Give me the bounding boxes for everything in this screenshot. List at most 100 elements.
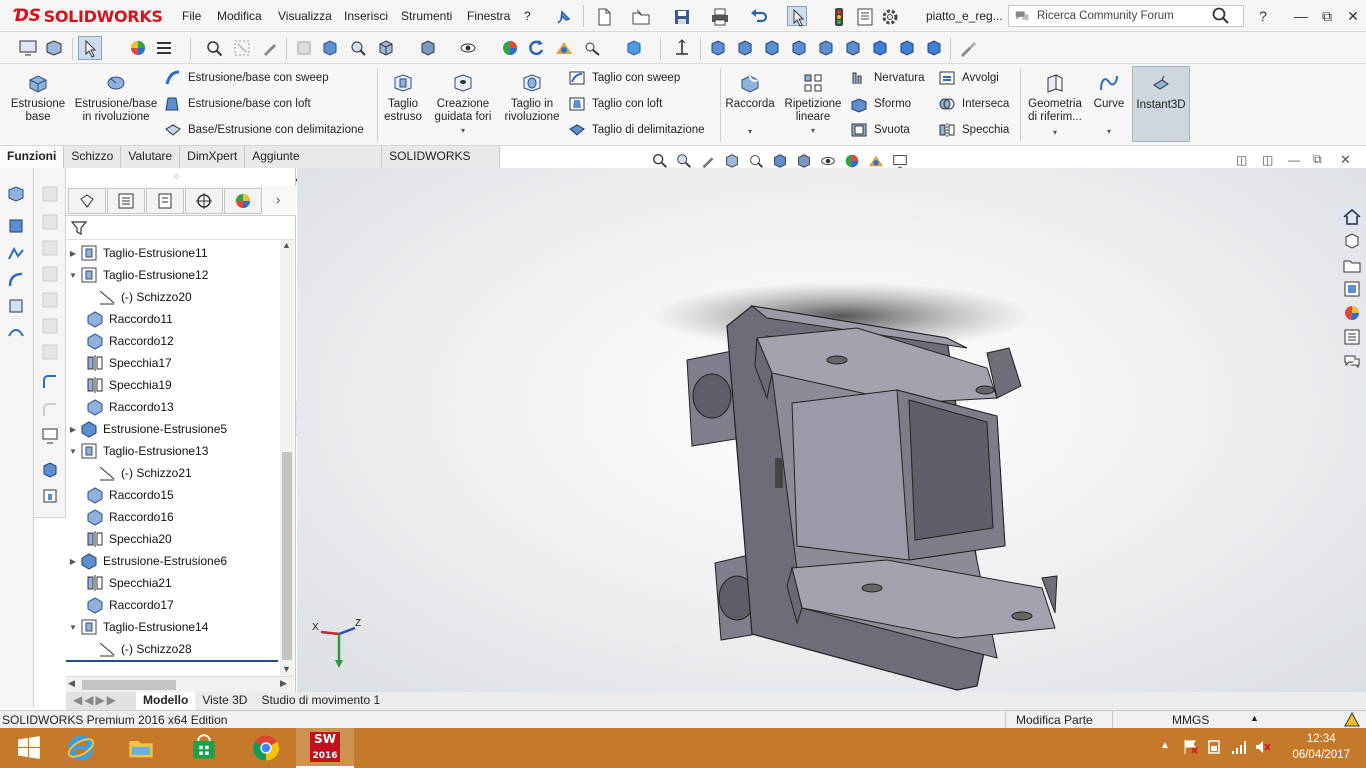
menu-visualizza[interactable]: Visualizza — [278, 9, 332, 23]
tree-item-schizzo20[interactable]: (-) Schizzo20 — [66, 286, 280, 308]
scrollbar-thumb[interactable] — [282, 452, 292, 660]
save-icon[interactable] — [671, 6, 691, 26]
tray-battery-icon[interactable] — [1206, 738, 1224, 756]
tab-schizzo[interactable]: Schizzo — [64, 146, 122, 168]
sketch-cmd-icon[interactable] — [6, 244, 26, 264]
lofted-boss-button[interactable]: Estrusione/base con loft — [164, 94, 311, 114]
options-gear-icon[interactable] — [879, 6, 899, 26]
pin-icon[interactable] — [553, 6, 573, 26]
view-orientation-icon[interactable] — [374, 36, 398, 60]
normal-to-icon[interactable] — [670, 36, 694, 60]
scroll-down-icon[interactable]: ▼ — [282, 664, 291, 674]
menu-strumenti[interactable]: Strumenti — [401, 9, 452, 23]
solidworks-logo[interactable]: ƊS SOLIDWORKS — [14, 4, 163, 28]
curves-button[interactable]: Curve ▾ — [1090, 72, 1128, 138]
rotate-view-icon[interactable] — [524, 36, 548, 60]
measure-tool-icon[interactable] — [956, 36, 980, 60]
design-library-icon[interactable] — [1340, 230, 1364, 252]
tree-item-specchia17[interactable]: Specchia17 — [66, 352, 280, 374]
close-button[interactable]: ✕ — [1342, 6, 1364, 26]
view-top-icon[interactable] — [814, 36, 838, 60]
doc-minimize-button[interactable]: — — [1288, 153, 1300, 167]
tray-flag-icon[interactable] — [1182, 738, 1200, 756]
store-icon[interactable] — [175, 728, 233, 768]
configurationmanager-tab[interactable] — [146, 188, 184, 214]
tree-item-raccordo17[interactable]: Raccordo17 — [66, 594, 280, 616]
tray-network-icon[interactable] — [1230, 738, 1248, 756]
section-view-icon[interactable] — [258, 36, 282, 60]
doc-restore-button[interactable]: ⧉ — [1313, 152, 1322, 167]
units-selector[interactable]: MMGS — [1172, 713, 1209, 727]
open-icon[interactable] — [630, 6, 650, 26]
tab-dimxpert[interactable]: DimXpert — [180, 146, 246, 168]
expand-arrow-icon[interactable]: ▶ — [66, 425, 80, 434]
part-cut-icon[interactable] — [40, 486, 60, 506]
hide-show-eye-icon[interactable] — [456, 36, 480, 60]
expand-arrow-icon[interactable]: ▶ — [66, 557, 80, 566]
fillet-button[interactable]: Raccorda ▾ — [724, 72, 776, 138]
units-dropdown-icon[interactable]: ▲ — [1250, 713, 1259, 723]
select-arrow-icon[interactable] — [787, 6, 807, 27]
edit-appearance-icon[interactable] — [498, 36, 522, 60]
menu-file[interactable]: File — [182, 9, 201, 23]
custom-properties-icon[interactable] — [1340, 326, 1364, 348]
tree-item-schizzo28[interactable]: (-) Schizzo28 — [66, 638, 280, 660]
sketch-arc-icon[interactable] — [40, 372, 60, 392]
appearances-icon[interactable] — [1340, 302, 1364, 324]
tree-item-taglio-estrusione12[interactable]: ▼ Taglio-Estrusione12 — [66, 264, 280, 286]
filter-funnel-icon[interactable] — [71, 220, 87, 236]
tree-item-specchia19[interactable]: Specchia19 — [66, 374, 280, 396]
sweep-cmd-icon[interactable] — [6, 270, 26, 290]
feature-icon[interactable] — [6, 184, 26, 204]
tree-item-raccordo13[interactable]: Raccordo13 — [66, 396, 280, 418]
tree-item-raccordo16[interactable]: Raccordo16 — [66, 506, 280, 528]
weldments-icon[interactable] — [6, 296, 26, 316]
previous-view-icon[interactable] — [292, 36, 316, 60]
solidworks-taskbar-icon[interactable]: SW 2016 — [296, 728, 354, 768]
tab-valutare[interactable]: Valutare — [121, 146, 181, 168]
view-palette-icon[interactable] — [1340, 278, 1364, 300]
hscrollbar-thumb[interactable] — [82, 680, 176, 690]
rib-button[interactable]: Nervatura — [850, 68, 925, 88]
tree-item-taglio-estrusione11[interactable]: ▶ Taglio-Estrusione11 — [66, 242, 280, 264]
minimize-button[interactable]: — — [1290, 6, 1312, 26]
toolbar-screen-icon[interactable] — [16, 36, 40, 60]
forum-chat-icon[interactable] — [1340, 350, 1364, 372]
filter-list-icon[interactable] — [152, 36, 176, 60]
menu-inserisci[interactable]: Inserisci — [344, 9, 388, 23]
linear-pattern-button[interactable]: Ripetizione lineare ▾ — [780, 72, 846, 137]
boundary-cut-button[interactable]: Taglio di delimitazione — [568, 120, 705, 140]
extruded-boss-button[interactable]: Estrusione base — [6, 72, 70, 124]
tab-studio-movimento[interactable]: Studio di movimento 1 — [254, 692, 387, 710]
scene-icon[interactable] — [552, 36, 576, 60]
view-bottom-icon[interactable] — [841, 36, 865, 60]
tree-item-raccordo11[interactable]: Raccordo11 — [66, 308, 280, 330]
internet-explorer-icon[interactable] — [52, 728, 110, 768]
instant3d-button[interactable]: Instant3D — [1132, 66, 1190, 142]
tree-item-taglio-estrusione14[interactable]: ▼ Taglio-Estrusione14 — [66, 616, 280, 638]
toolbar-part-icon[interactable] — [42, 36, 66, 60]
windows-start-icon[interactable] — [0, 728, 58, 768]
3d-box-icon[interactable] — [622, 36, 646, 60]
mirror-button[interactable]: Specchia — [938, 120, 1009, 140]
tab-funzioni[interactable]: Funzioni — [0, 146, 65, 168]
menu-modifica[interactable]: Modifica — [217, 9, 262, 23]
intersect-button[interactable]: Interseca — [938, 94, 1009, 114]
tree-item-taglio-estrusione13[interactable]: ▼ Taglio-Estrusione13 — [66, 440, 280, 462]
tile-left-icon[interactable]: ◫ — [1236, 153, 1248, 167]
tab-mbd[interactable]: SOLIDWORKS MBD — [382, 146, 500, 184]
tab-modello[interactable]: Modello — [136, 692, 196, 710]
swept-cut-button[interactable]: Taglio con sweep — [568, 68, 680, 88]
realview-icon[interactable] — [580, 36, 604, 60]
zoom-fit-icon[interactable] — [202, 36, 226, 60]
view-isometric-icon[interactable] — [868, 36, 892, 60]
revolved-cut-button[interactable]: Taglio in rivoluzione — [500, 72, 564, 124]
extrude-cmd-icon[interactable] — [6, 216, 26, 236]
rollback-bar[interactable] — [66, 660, 278, 662]
scroll-left-icon[interactable]: ◀ — [68, 678, 75, 689]
tree-item-estrusione6[interactable]: ▶ Estrusione-Estrusione6 — [66, 550, 280, 572]
help-button[interactable]: ? — [1252, 6, 1274, 26]
tree-item-specchia20[interactable]: Specchia20 — [66, 528, 280, 550]
view-left-icon[interactable] — [760, 36, 784, 60]
views-cube-icon[interactable] — [318, 36, 342, 60]
